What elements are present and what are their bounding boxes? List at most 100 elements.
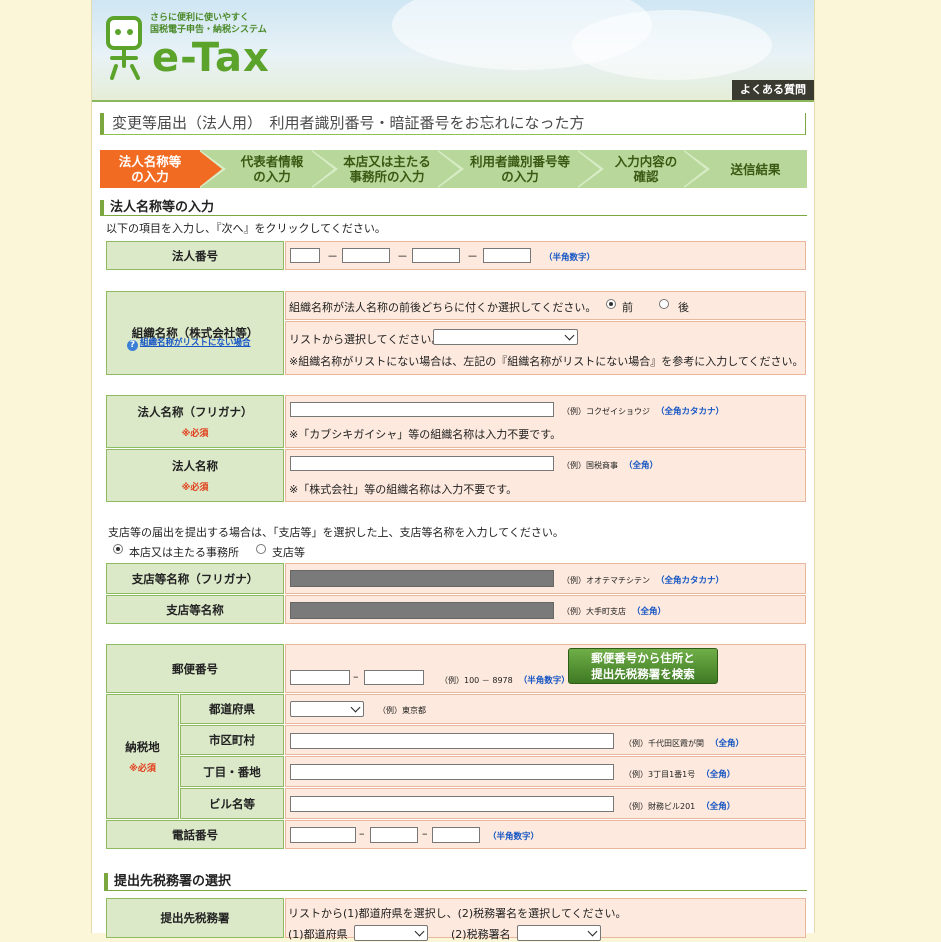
org-position-question: 組織名称が法人名称の前後どちらに付くか選択してください。 bbox=[289, 301, 597, 314]
name-note: ※「株式会社」等の組織名称は入力不要です。 bbox=[289, 483, 518, 496]
block-label: 丁目・番地 bbox=[180, 756, 284, 787]
office-instruction: リストから(1)都道府県を選択し、(2)税務署名を選択してください。 bbox=[288, 907, 627, 920]
chevron-down-icon bbox=[414, 926, 425, 937]
tax-place-label: 納税地 ※必須 bbox=[106, 694, 179, 819]
tel-input-1[interactable] bbox=[290, 827, 356, 843]
office-name-label: (2)税務署名 bbox=[451, 928, 511, 941]
head-office-radio[interactable] bbox=[113, 544, 123, 554]
org-list-question: リストから選択してください。 bbox=[289, 333, 443, 346]
tel-label: 電話番号 bbox=[106, 820, 284, 849]
bldg-label: ビル名等 bbox=[180, 788, 284, 819]
corp-number-field-3[interactable] bbox=[412, 248, 460, 263]
office-label: 提出先税務署 bbox=[106, 898, 284, 938]
step-3: 本店又は主たる 事務所の入力 bbox=[343, 154, 431, 184]
kana-input[interactable] bbox=[290, 402, 554, 417]
corp-number-field-1[interactable] bbox=[290, 248, 320, 263]
block-example: （例）3丁目1番1号 bbox=[624, 770, 696, 779]
org-select[interactable] bbox=[433, 329, 578, 345]
required-mark: ※必須 bbox=[181, 483, 209, 493]
block-cell: （例）3丁目1番1号 （全角） bbox=[285, 756, 806, 787]
postal-example: （例）100 － 8978 bbox=[440, 676, 513, 685]
bldg-input[interactable] bbox=[290, 796, 614, 812]
corp-number-label: 法人番号 bbox=[106, 241, 284, 270]
tagline-line-1: さらに便利に使いやすく bbox=[150, 13, 250, 23]
branch-name-label: 支店等名称 bbox=[106, 595, 284, 624]
name-label: 法人名称 ※必須 bbox=[106, 449, 284, 502]
step-2: 代表者情報 の入力 bbox=[240, 154, 304, 184]
office-pref-label: (1)都道府県 bbox=[288, 928, 348, 941]
branch-kana-example: （例）オオテマチシテン bbox=[562, 576, 650, 585]
org-list-cell: リストから選択してください。 ※組織名称がリストにない場合は、左記の『組織名称が… bbox=[285, 321, 806, 375]
chevron-down-icon bbox=[350, 702, 361, 713]
branch-kana-kind: （全角カタカナ） bbox=[656, 576, 725, 586]
etax-logo[interactable]: e-Tax bbox=[152, 35, 270, 81]
step-6: 送信結果 bbox=[730, 161, 781, 177]
tel-input-2[interactable] bbox=[370, 827, 418, 843]
branch-name-kind: （全角） bbox=[632, 607, 667, 617]
step-1: 法人名称等 の入力 bbox=[100, 150, 200, 188]
section-heading-office: 提出先税務署の選択 bbox=[104, 873, 807, 891]
dash: － bbox=[327, 250, 338, 263]
branch-name-example: （例）大手町支店 bbox=[562, 607, 626, 616]
required-mark: ※必須 bbox=[129, 764, 156, 774]
org-note: ※組織名称がリストにない場合は、左記の『組織名称がリストにない場合』を参考に入力… bbox=[289, 355, 804, 368]
branch-note: 支店等の届出を提出する場合は、「支店等」を選択した上、支店等名称を入力してくださ… bbox=[108, 526, 564, 539]
kana-kind: （全角カタカナ） bbox=[656, 407, 725, 417]
block-kind: （全角） bbox=[701, 770, 736, 780]
required-mark: ※必須 bbox=[181, 429, 209, 439]
page-title: 変更等届出（法人用） 利用者識別番号・暗証番号をお忘れになった方 bbox=[100, 113, 806, 135]
org-label: 組織名称（株式会社等） bbox=[106, 291, 284, 375]
tel-input-3[interactable] bbox=[432, 827, 480, 843]
pref-select[interactable] bbox=[290, 701, 364, 717]
org-not-in-list-link[interactable]: ? 組織名称がリストにない場合 bbox=[127, 336, 251, 351]
corp-number-field-2[interactable] bbox=[342, 248, 390, 263]
postal-input-1[interactable] bbox=[290, 670, 350, 685]
head-office-label: 本店又は主たる事務所 bbox=[129, 546, 239, 559]
branch-name-cell: （例）大手町支店 （全角） bbox=[285, 595, 806, 624]
city-input[interactable] bbox=[290, 733, 614, 749]
dash: － bbox=[467, 250, 478, 263]
postal-label: 郵便番号 bbox=[106, 644, 284, 693]
office-cell: リストから(1)都道府県を選択し、(2)税務署名を選択してください。 (1)都道… bbox=[285, 898, 806, 941]
name-kind: （全角） bbox=[624, 461, 659, 471]
branch-kana-label: 支店等名称（フリガナ） bbox=[106, 563, 284, 594]
org-before-radio[interactable] bbox=[606, 299, 616, 309]
progress-steps: 法人名称等 の入力 代表者情報 の入力 本店又は主たる 事務所の入力 利用者識別番号等… bbox=[100, 150, 807, 188]
bldg-cell: （例）財務ビル201 （全角） bbox=[285, 788, 806, 819]
branch-kana-input[interactable] bbox=[290, 570, 554, 587]
tel-kind: （半角数字） bbox=[488, 832, 540, 842]
instruction-text: 以下の項目を入力し、『次へ』をクリックしてください。 bbox=[106, 222, 386, 235]
section-heading-corp: 法人名称等の入力 bbox=[100, 200, 807, 216]
org-before-label: 前 bbox=[622, 301, 633, 314]
faq-button[interactable]: よくある質問 bbox=[732, 80, 814, 100]
pref-label: 都道府県 bbox=[180, 694, 284, 724]
office-name-select[interactable] bbox=[517, 925, 601, 941]
branch-radio[interactable] bbox=[256, 544, 266, 554]
city-label: 市区町村 bbox=[180, 725, 284, 755]
postal-cell: – （例）100 － 8978 （半角数字） bbox=[285, 644, 806, 693]
tel-cell: – – （半角数字） bbox=[285, 820, 806, 849]
org-after-label: 後 bbox=[678, 301, 689, 314]
bldg-example: （例）財務ビル201 bbox=[624, 802, 696, 811]
branch-name-input[interactable] bbox=[290, 602, 554, 619]
step-5: 入力内容の 確認 bbox=[614, 154, 678, 184]
corp-number-cell: － － － （半角数字） bbox=[285, 241, 806, 270]
postal-kind: （半角数字） bbox=[518, 676, 570, 686]
office-pref-select[interactable] bbox=[354, 925, 428, 941]
postal-search-button[interactable]: 郵便番号から住所と 提出先税務署を検索 bbox=[568, 648, 718, 684]
site-header: さらに便利に使いやすく 国税電子申告・納税システム e-Tax よくある質問 bbox=[92, 0, 814, 100]
pref-cell: （例）東京都 bbox=[285, 694, 806, 724]
dash: － bbox=[397, 250, 408, 263]
org-after-radio[interactable] bbox=[659, 299, 669, 309]
city-kind: （全角） bbox=[710, 739, 745, 749]
pref-example: （例）東京都 bbox=[378, 706, 426, 715]
postal-input-2[interactable] bbox=[364, 670, 424, 685]
block-input[interactable] bbox=[290, 764, 614, 780]
branch-kana-cell: （例）オオテマチシテン （全角カタカナ） bbox=[285, 563, 806, 594]
corp-number-kind: （半角数字） bbox=[544, 253, 596, 263]
city-cell: （例）千代田区霞が関 （全角） bbox=[285, 725, 806, 755]
corp-number-field-4[interactable] bbox=[483, 248, 531, 263]
kana-note: ※「カブシキガイシャ」等の組織名称は入力不要です。 bbox=[289, 428, 562, 441]
name-input[interactable] bbox=[290, 456, 554, 471]
chevron-down-icon bbox=[587, 926, 598, 937]
